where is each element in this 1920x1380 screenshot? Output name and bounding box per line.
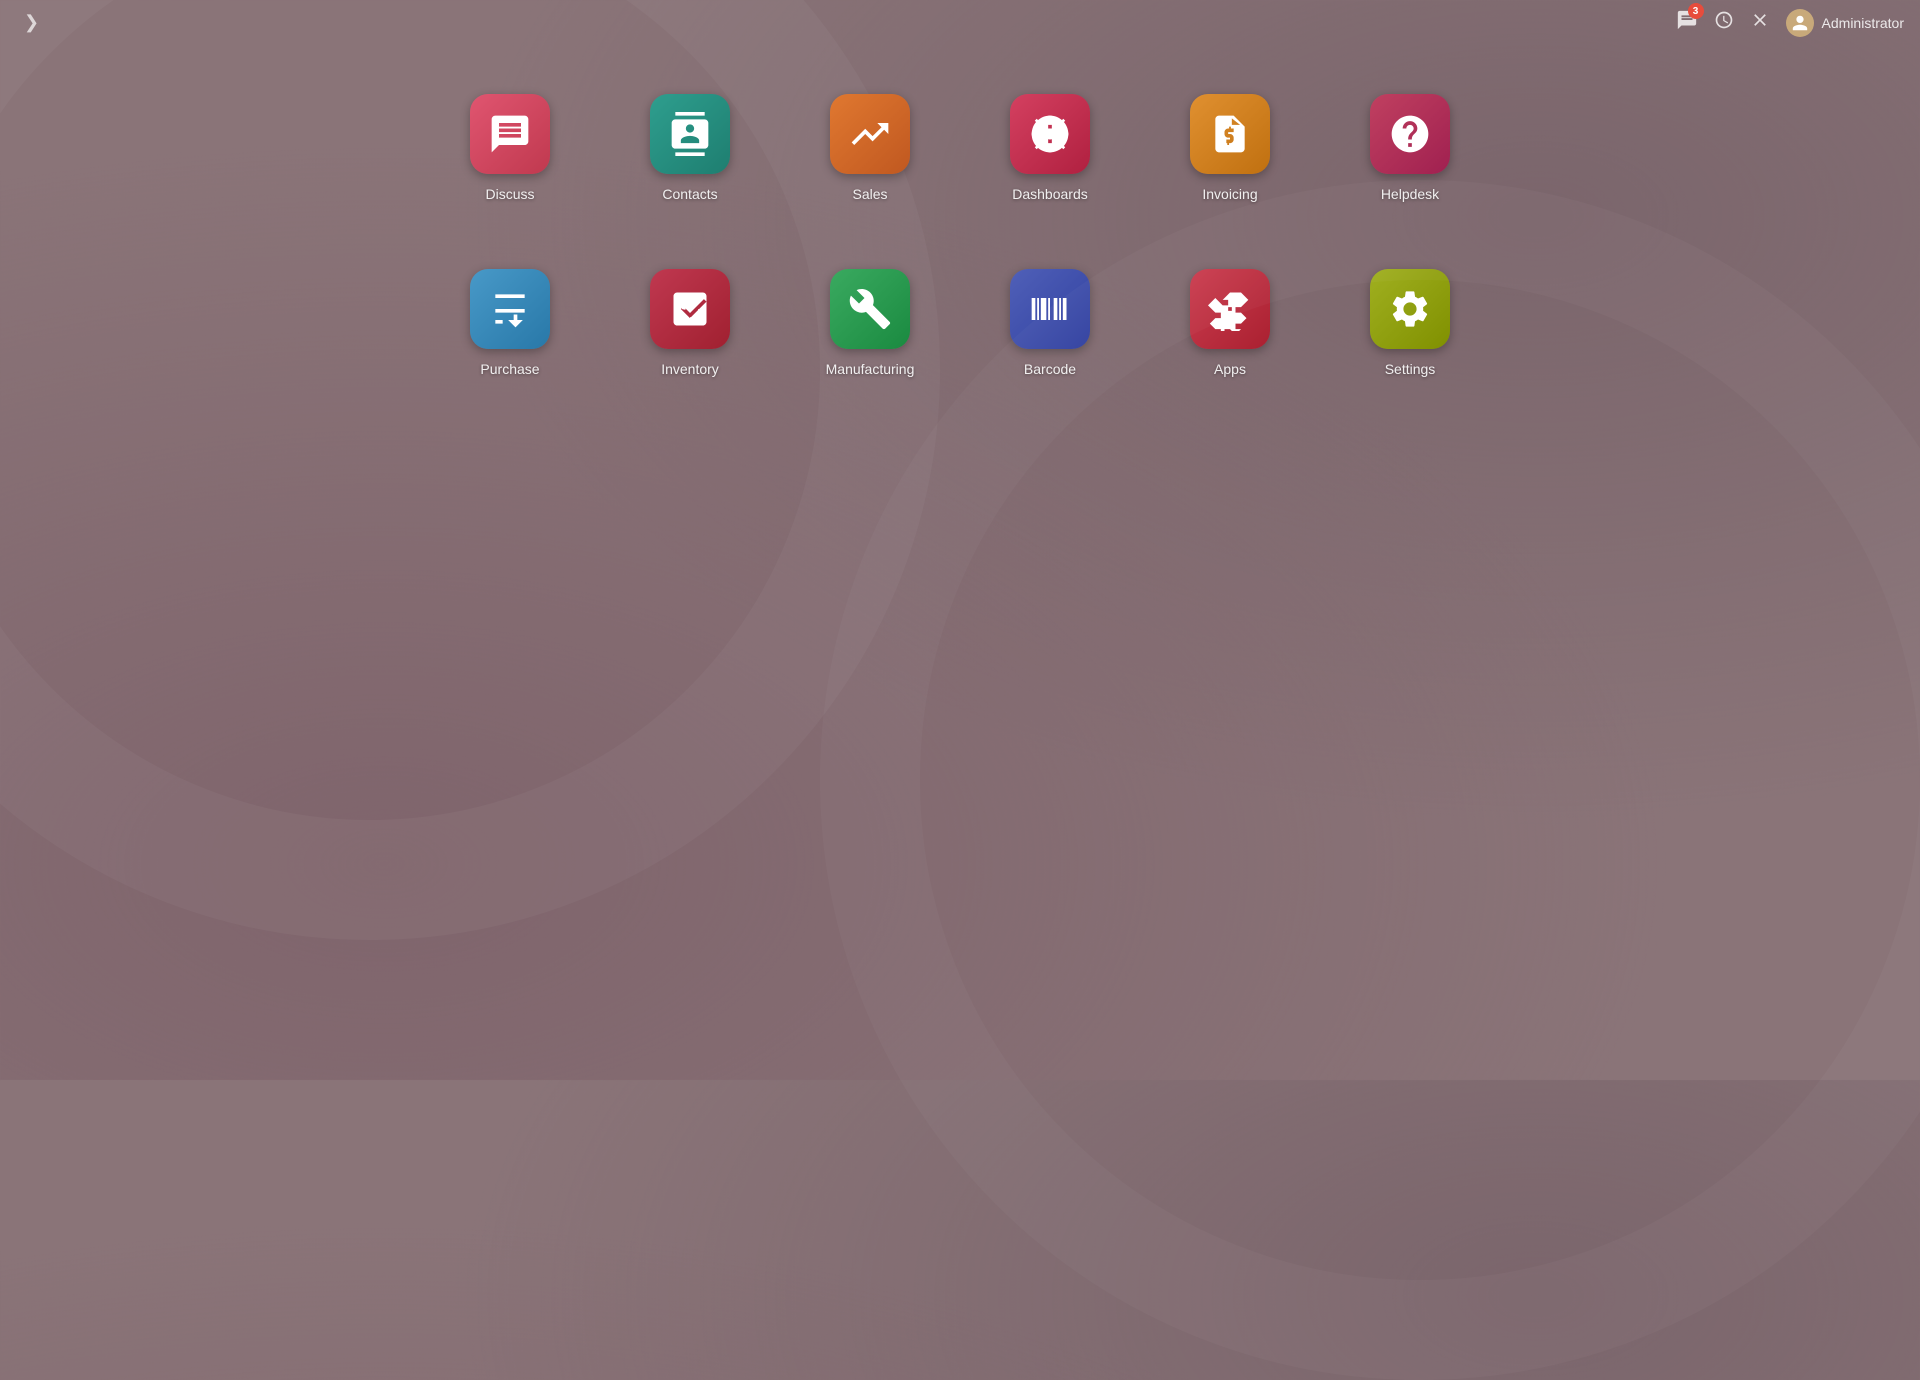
barcode-label: Barcode bbox=[1024, 361, 1076, 377]
app-apps[interactable]: Apps bbox=[1140, 235, 1320, 410]
topbar: ❯ 3 Administrat bbox=[0, 0, 1920, 45]
close-icon[interactable] bbox=[1750, 10, 1770, 35]
app-grid: Discuss Contacts Sales Dashboards bbox=[420, 60, 1500, 410]
user-menu[interactable]: Administrator bbox=[1786, 9, 1904, 37]
app-sales[interactable]: Sales bbox=[780, 60, 960, 235]
app-row-1: Discuss Contacts Sales Dashboards bbox=[420, 60, 1500, 235]
purchase-label: Purchase bbox=[480, 361, 539, 377]
avatar bbox=[1786, 9, 1814, 37]
app-helpdesk[interactable]: Helpdesk bbox=[1320, 60, 1500, 235]
helpdesk-label: Helpdesk bbox=[1381, 186, 1439, 202]
user-name-label: Administrator bbox=[1822, 15, 1904, 31]
app-row-2: Purchase Inventory Manufacturing Barcode bbox=[420, 235, 1500, 410]
app-discuss[interactable]: Discuss bbox=[420, 60, 600, 235]
app-inventory[interactable]: Inventory bbox=[600, 235, 780, 410]
inventory-icon-box bbox=[650, 269, 730, 349]
app-purchase[interactable]: Purchase bbox=[420, 235, 600, 410]
manufacturing-label: Manufacturing bbox=[826, 361, 915, 377]
app-dashboards[interactable]: Dashboards bbox=[960, 60, 1140, 235]
discuss-icon-box bbox=[470, 94, 550, 174]
topbar-left: ❯ bbox=[16, 8, 47, 37]
messages-badge: 3 bbox=[1688, 3, 1704, 19]
messages-icon[interactable]: 3 bbox=[1676, 9, 1698, 36]
purchase-icon-box bbox=[470, 269, 550, 349]
topbar-right: 3 Administrator bbox=[1676, 9, 1904, 37]
discuss-label: Discuss bbox=[485, 186, 534, 202]
nav-forward-arrow[interactable]: ❯ bbox=[16, 8, 47, 37]
dashboards-icon-box bbox=[1010, 94, 1090, 174]
app-contacts[interactable]: Contacts bbox=[600, 60, 780, 235]
apps-icon-box bbox=[1190, 269, 1270, 349]
app-settings[interactable]: Settings bbox=[1320, 235, 1500, 410]
settings-icon-box bbox=[1370, 269, 1450, 349]
dashboards-label: Dashboards bbox=[1012, 186, 1088, 202]
app-barcode[interactable]: Barcode bbox=[960, 235, 1140, 410]
contacts-icon-box bbox=[650, 94, 730, 174]
clock-icon[interactable] bbox=[1714, 10, 1734, 35]
sales-label: Sales bbox=[852, 186, 887, 202]
helpdesk-icon-box bbox=[1370, 94, 1450, 174]
barcode-icon-box bbox=[1010, 269, 1090, 349]
invoicing-icon-box bbox=[1190, 94, 1270, 174]
manufacturing-icon-box bbox=[830, 269, 910, 349]
app-invoicing[interactable]: Invoicing bbox=[1140, 60, 1320, 235]
inventory-label: Inventory bbox=[661, 361, 719, 377]
sales-icon-box bbox=[830, 94, 910, 174]
apps-label: Apps bbox=[1214, 361, 1246, 377]
app-manufacturing[interactable]: Manufacturing bbox=[780, 235, 960, 410]
contacts-label: Contacts bbox=[662, 186, 717, 202]
invoicing-label: Invoicing bbox=[1202, 186, 1257, 202]
settings-label: Settings bbox=[1385, 361, 1436, 377]
